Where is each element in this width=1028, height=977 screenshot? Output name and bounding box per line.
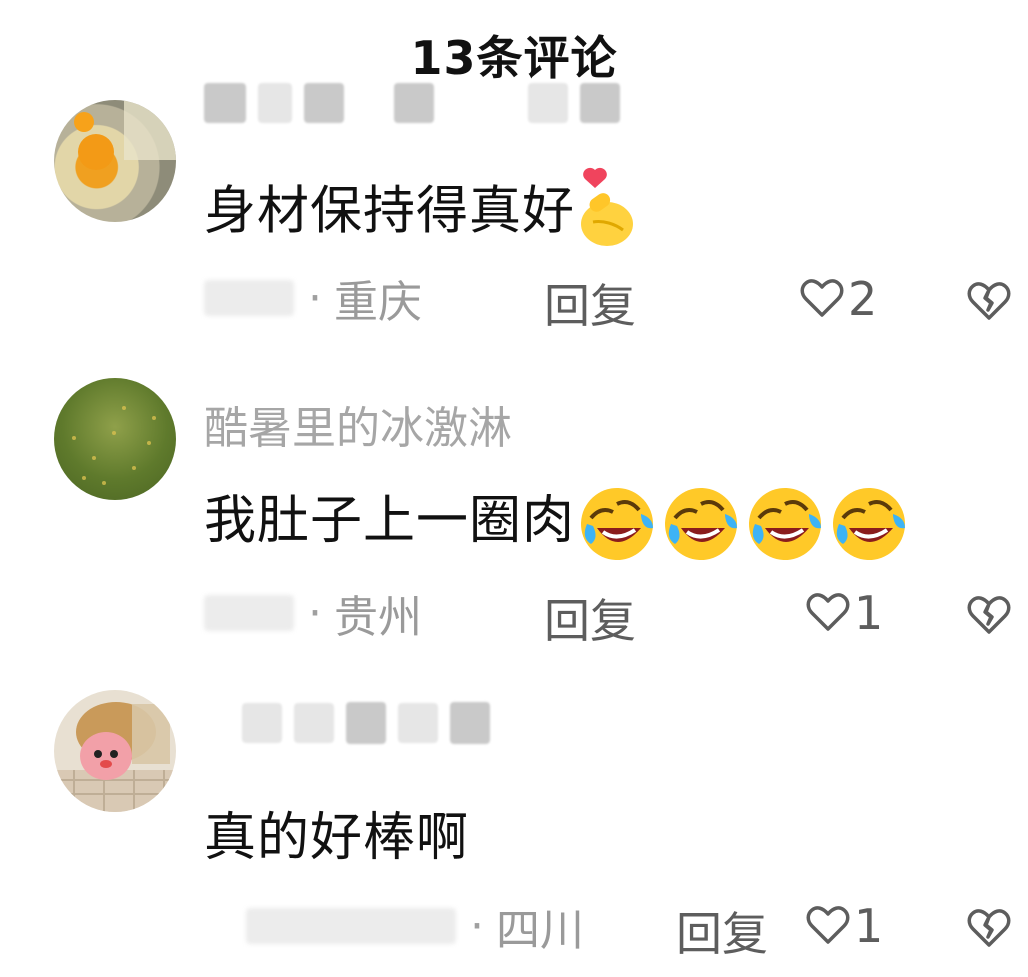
- rofl-emoji-group: [575, 488, 909, 560]
- rofl-emoji: [749, 488, 822, 560]
- broken-heart-icon[interactable]: [966, 905, 1012, 949]
- username-blurred[interactable]: [204, 702, 490, 744]
- comment-meta: · 贵州: [204, 583, 422, 643]
- reply-button[interactable]: 回复: [544, 270, 636, 336]
- reply-button[interactable]: 回复: [676, 898, 768, 964]
- timestamp-blurred: [246, 908, 456, 944]
- avatar[interactable]: [54, 100, 176, 222]
- heart-outline-icon: [806, 906, 850, 944]
- broken-heart-icon[interactable]: [966, 592, 1012, 636]
- timestamp-blurred: [204, 595, 294, 631]
- comment-text: 身材保持得真好: [204, 166, 639, 263]
- heart-hands-emoji: [577, 166, 639, 263]
- page-title: 13条评论: [410, 31, 618, 85]
- avatar[interactable]: [54, 690, 176, 812]
- heart-outline-icon: [800, 279, 844, 317]
- like-button[interactable]: 1: [806, 586, 883, 640]
- comment-meta: · 四川: [246, 896, 584, 956]
- timestamp-blurred: [204, 280, 294, 316]
- username-blurred[interactable]: [204, 82, 620, 124]
- avatar[interactable]: [54, 378, 176, 500]
- like-button[interactable]: 1: [806, 899, 883, 953]
- location: 四川: [496, 905, 584, 956]
- like-button[interactable]: 2: [800, 272, 877, 326]
- comment-meta: · 重庆: [204, 268, 422, 328]
- comment-text: 我肚子上一圈肉: [204, 478, 909, 564]
- like-count: 2: [848, 272, 878, 326]
- rofl-emoji: [581, 488, 654, 560]
- comment-text: 真的好棒啊: [204, 808, 470, 868]
- heart-outline-icon: [806, 593, 850, 631]
- location: 贵州: [334, 592, 422, 643]
- location: 重庆: [334, 277, 422, 328]
- broken-heart-icon[interactable]: [966, 278, 1012, 322]
- like-count: 1: [854, 899, 884, 953]
- username[interactable]: 酷暑里的冰激淋: [204, 392, 512, 456]
- rofl-emoji: [833, 488, 906, 560]
- rofl-emoji: [665, 488, 738, 560]
- like-count: 1: [854, 586, 884, 640]
- reply-button[interactable]: 回复: [544, 585, 636, 651]
